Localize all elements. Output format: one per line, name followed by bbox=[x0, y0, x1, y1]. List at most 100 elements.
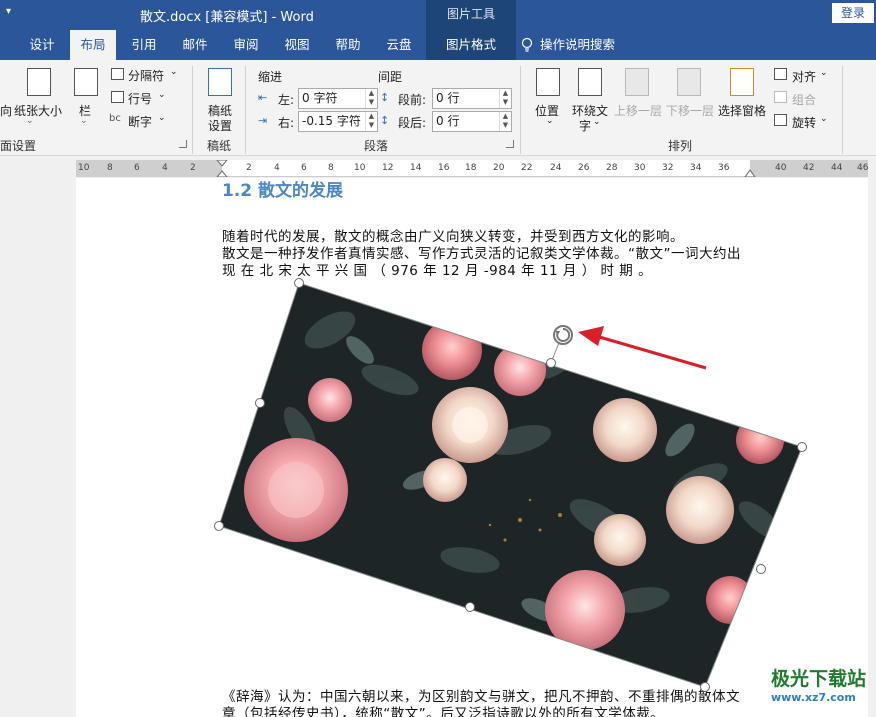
chevron-down-icon: ⌄ bbox=[158, 90, 166, 100]
paper-size-button[interactable]: 纸张大小 bbox=[14, 102, 62, 119]
paragraph-1-line-3: 现 在 北 宋 太 平 兴 国 （ 976 年 12 月 -984 年 11 月… bbox=[222, 263, 653, 279]
page-setup-launcher[interactable] bbox=[179, 140, 187, 148]
ruler-tick: 22 bbox=[521, 163, 533, 173]
space-after-icon: ↕ bbox=[380, 114, 390, 127]
group-separator bbox=[245, 66, 246, 154]
send-backward-icon bbox=[677, 68, 701, 96]
rotate-icon bbox=[774, 114, 787, 126]
orientation-button[interactable]: 向 bbox=[0, 102, 12, 119]
picture-tools-label: 图片工具 bbox=[426, 0, 516, 30]
breaks-icon bbox=[111, 68, 124, 80]
site-watermark: 极光下载站 www.xz7.com bbox=[771, 664, 866, 704]
columns-icon bbox=[74, 68, 98, 96]
space-after-value: 0 行 bbox=[436, 114, 460, 128]
chevron-down-icon: ⌄ bbox=[593, 117, 601, 127]
indent-left-icon: ⇤ bbox=[258, 91, 268, 104]
selection-pane-button[interactable]: 选择窗格 bbox=[718, 102, 766, 119]
ruler-tick: 32 bbox=[662, 163, 674, 173]
watermark-url: www.xz7.com bbox=[770, 691, 856, 704]
resize-handle-bottom-left[interactable] bbox=[214, 521, 224, 531]
group-button[interactable]: 组合 bbox=[792, 91, 816, 108]
position-icon bbox=[536, 68, 560, 96]
ruler-tick: 6 bbox=[134, 163, 140, 173]
bring-forward-icon bbox=[625, 68, 649, 96]
resize-handle-bottom-right[interactable] bbox=[700, 682, 710, 692]
page-setup-group-label: 面设置 bbox=[0, 139, 37, 153]
indent-left-label: 左: bbox=[278, 93, 295, 107]
breaks-button[interactable]: 分隔符 bbox=[128, 67, 164, 84]
resize-handle-top-right[interactable] bbox=[797, 442, 807, 452]
quick-access-dropdown[interactable]: ▾ bbox=[6, 6, 11, 17]
align-icon bbox=[774, 68, 787, 80]
group-separator bbox=[192, 66, 193, 154]
line-numbers-button[interactable]: 行号 bbox=[128, 90, 152, 107]
section-heading: 1.2 散文的发展 bbox=[222, 181, 344, 201]
tab-view[interactable]: 视图 bbox=[277, 30, 317, 60]
tab-references[interactable]: 引用 bbox=[124, 30, 164, 60]
space-before-icon: ↕ bbox=[380, 91, 390, 104]
ruler-tick: 2 bbox=[190, 163, 196, 173]
space-before-input[interactable]: 0 行 ▲ ▼ bbox=[432, 88, 512, 109]
ruler-tick: 12 bbox=[382, 163, 394, 173]
resize-handle-bottom[interactable] bbox=[465, 602, 475, 612]
ruler-tick: 6 bbox=[301, 163, 307, 173]
ruler-tick: 4 bbox=[274, 163, 280, 173]
tab-design[interactable]: 设计 bbox=[22, 30, 62, 60]
paragraph-group-label: 段落 bbox=[364, 139, 389, 153]
indent-left-input[interactable]: 0 字符 ▲ ▼ bbox=[298, 88, 378, 109]
red-arrow-icon bbox=[578, 326, 707, 370]
tab-help[interactable]: 帮助 bbox=[328, 30, 368, 60]
hyphenation-button[interactable]: 断字 bbox=[128, 113, 152, 130]
right-indent-marker-icon[interactable] bbox=[744, 168, 756, 177]
ruler-tick: 20 bbox=[493, 163, 505, 173]
indent-title: 缩进 bbox=[258, 70, 283, 84]
rotate-button[interactable]: 旋转 bbox=[792, 114, 816, 131]
space-before-value: 0 行 bbox=[436, 91, 460, 105]
indent-right-spinner[interactable]: ▲ ▼ bbox=[365, 112, 377, 131]
group-separator bbox=[520, 66, 521, 154]
space-after-spinner[interactable]: ▲ ▼ bbox=[499, 112, 511, 131]
tell-me-search[interactable]: 操作说明搜索 bbox=[540, 30, 630, 60]
ruler-tick: 40 bbox=[775, 163, 787, 173]
indent-left-spinner[interactable]: ▲ ▼ bbox=[365, 89, 377, 108]
chevron-down-icon: ⌄ bbox=[26, 116, 34, 126]
line-numbers-icon bbox=[111, 91, 124, 103]
space-after-input[interactable]: 0 行 ▲ ▼ bbox=[432, 111, 512, 132]
chevron-down-icon: ⌄ bbox=[80, 116, 88, 126]
group-separator bbox=[842, 66, 843, 154]
manuscript-settings-line2[interactable]: 设置 bbox=[208, 117, 232, 134]
ruler-tick: 30 bbox=[634, 163, 646, 173]
chevron-down-icon: ⌄ bbox=[546, 116, 554, 126]
ruler-tick: 10 bbox=[354, 163, 366, 173]
indent-left-value: 0 字符 bbox=[302, 91, 338, 105]
indent-right-label: 右: bbox=[278, 116, 295, 130]
indent-right-value: -0.15 字符 bbox=[302, 114, 361, 128]
resize-handle-left[interactable] bbox=[255, 398, 265, 408]
resize-handle-right[interactable] bbox=[756, 564, 766, 574]
ruler-tick: 46 bbox=[857, 163, 869, 173]
tab-mailings[interactable]: 邮件 bbox=[175, 30, 215, 60]
resize-handle-top-left[interactable] bbox=[294, 278, 304, 288]
tab-layout[interactable]: 布局 bbox=[70, 30, 116, 60]
resize-handle-top[interactable] bbox=[546, 358, 556, 368]
paragraph-launcher[interactable] bbox=[506, 140, 514, 148]
login-button[interactable]: 登录 bbox=[832, 3, 874, 23]
ruler-tick: 8 bbox=[107, 163, 113, 173]
send-backward-button[interactable]: 下移一层 bbox=[666, 102, 714, 119]
indent-right-input[interactable]: -0.15 字符 ▲ ▼ bbox=[298, 111, 378, 132]
ruler-tick: 18 bbox=[465, 163, 477, 173]
tab-picture-format[interactable]: 图片格式 bbox=[426, 30, 516, 60]
group-icon bbox=[774, 91, 787, 103]
watermark-brand: 极光下载站 bbox=[770, 668, 866, 690]
tab-review[interactable]: 审阅 bbox=[226, 30, 266, 60]
indent-marker-icon[interactable] bbox=[216, 160, 228, 177]
bring-forward-button[interactable]: 上移一层 bbox=[614, 102, 662, 119]
horizontal-ruler[interactable]: 10 8 6 4 2 2 4 6 8 10 12 14 16 18 20 22 … bbox=[76, 160, 868, 177]
tab-cloud[interactable]: 云盘 bbox=[379, 30, 419, 60]
ruler-tick: 36 bbox=[718, 163, 730, 173]
align-button[interactable]: 对齐 bbox=[792, 68, 816, 85]
manuscript-group-label: 稿纸 bbox=[207, 139, 232, 153]
title-bar: ▾ 散文.docx [兼容模式] - Word 图片工具 登录 bbox=[0, 0, 876, 30]
document-title: 散文.docx [兼容模式] - Word bbox=[140, 10, 314, 25]
space-before-spinner[interactable]: ▲ ▼ bbox=[499, 89, 511, 108]
